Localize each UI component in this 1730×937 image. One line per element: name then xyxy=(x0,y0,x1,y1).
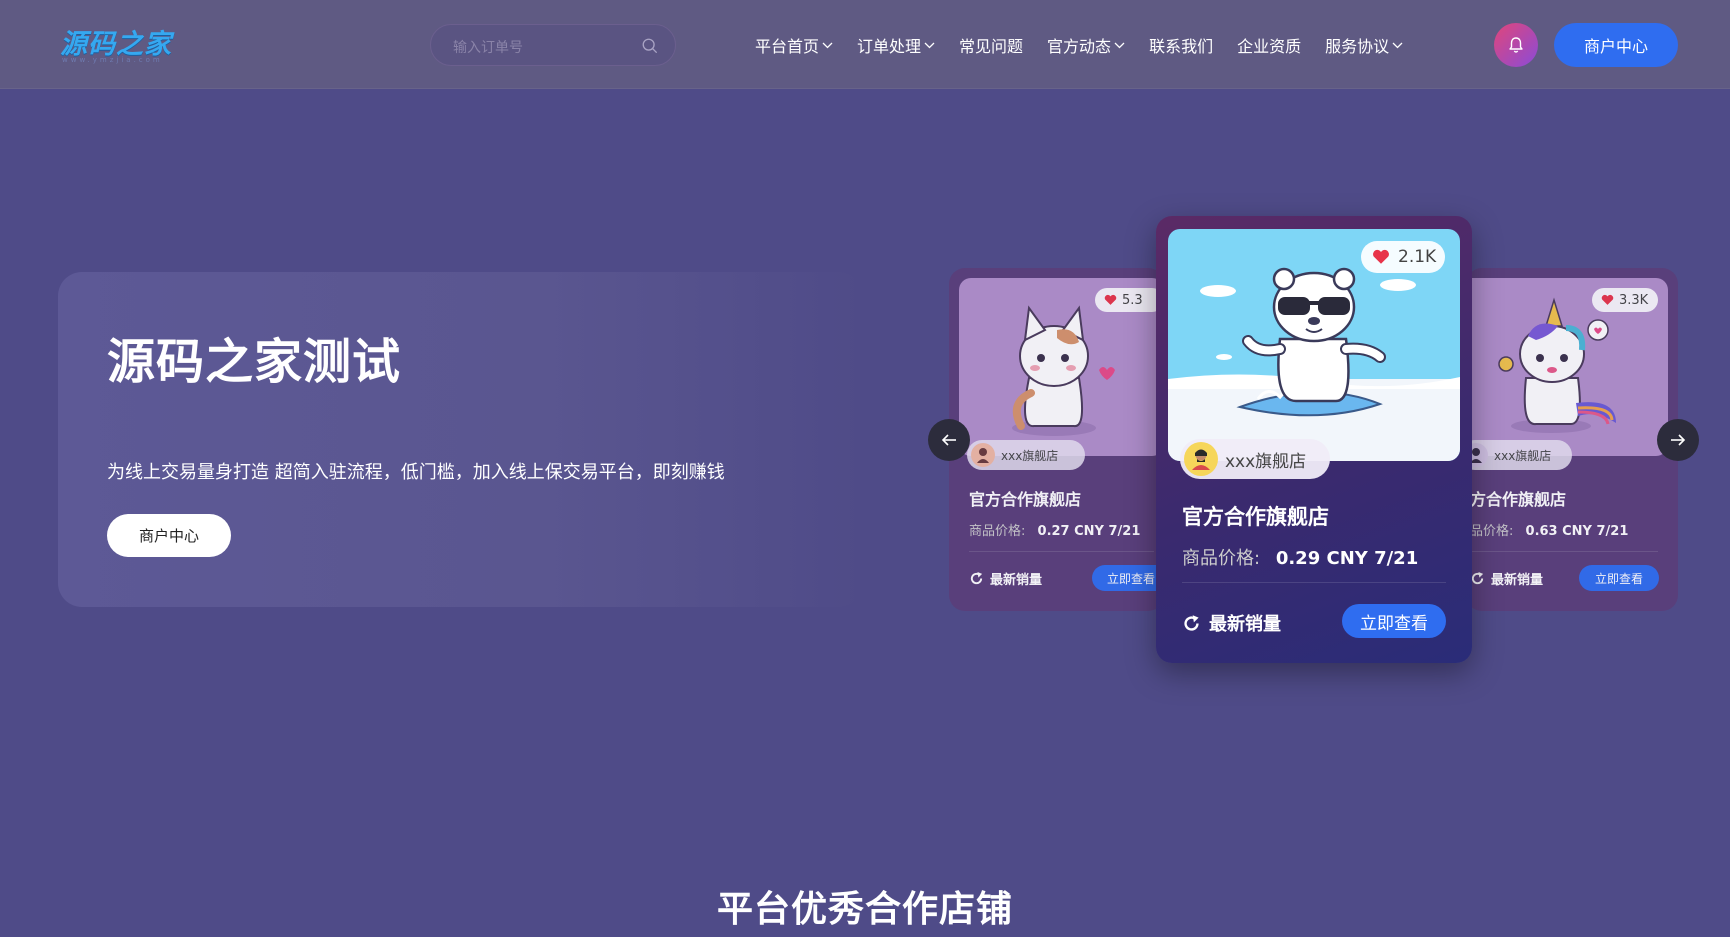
nav-item-contact[interactable]: 联系我们 xyxy=(1149,34,1213,56)
nav-item-agreement[interactable]: 服务协议 xyxy=(1325,34,1403,56)
nav-item-home[interactable]: 平台首页 xyxy=(755,34,833,56)
card-divider xyxy=(1466,551,1658,552)
heart-icon xyxy=(1601,294,1614,305)
view-now-button[interactable]: 立即查看 xyxy=(1579,565,1659,591)
refresh-icon xyxy=(970,571,983,585)
refresh-icon xyxy=(1184,614,1199,631)
notification-button[interactable] xyxy=(1494,23,1538,67)
section-title: 平台优秀合作店铺 xyxy=(716,889,1013,930)
nav-item-news[interactable]: 官方动态 xyxy=(1047,34,1125,56)
logo-subtitle: www.ymzjia.com xyxy=(62,56,163,64)
likes-badge[interactable]: 2.1K xyxy=(1361,241,1445,273)
nav-label: 平台首页 xyxy=(755,37,820,56)
shop-name: xxx旗舰店 xyxy=(1494,448,1552,463)
refresh-icon xyxy=(1471,571,1484,585)
person-icon xyxy=(1192,449,1210,470)
refresh-label: 最新销量 xyxy=(1491,573,1544,588)
shop-badge[interactable]: xxx旗舰店 xyxy=(1180,439,1330,479)
hero-merchant-center-button[interactable]: 商户中心 xyxy=(107,514,231,557)
heart-icon xyxy=(1373,249,1389,264)
nav-item-faq[interactable]: 常见问题 xyxy=(959,34,1023,56)
order-search-box[interactable]: 输入订单号 xyxy=(430,24,676,66)
price-label: 商品价格: xyxy=(1182,548,1261,569)
shop-avatar xyxy=(971,443,995,467)
hero-title: 源码之家测试 xyxy=(107,334,402,390)
nav-label: 官方动态 xyxy=(1047,37,1112,56)
view-now-button[interactable]: 立即查看 xyxy=(1092,565,1164,591)
shop-badge[interactable]: xxx旗舰店 xyxy=(967,440,1085,470)
card-price: 品价格: 0.63 CNY 7/21 xyxy=(1470,520,1628,539)
likes-badge[interactable]: 5.3 xyxy=(1095,288,1164,312)
nav-label: 订单处理 xyxy=(857,37,922,56)
nav-label: 服务协议 xyxy=(1325,37,1390,56)
main-nav: 平台首页 订单处理 常见问题 官方动态 联系我们 企业资质 服务协议 xyxy=(755,34,1427,56)
price-value: 0.27 CNY 7/21 xyxy=(1037,524,1141,539)
product-card-featured[interactable]: 2.1K xxx旗舰店 官方合作旗舰店 商品价格: 0.29 CNY 7/21 … xyxy=(1156,216,1472,663)
card-price: 商品价格: 0.29 CNY 7/21 xyxy=(1182,544,1418,570)
refresh-label: 最新销量 xyxy=(1209,614,1281,635)
nav-item-orders[interactable]: 订单处理 xyxy=(857,34,935,56)
carousel-next-button[interactable] xyxy=(1657,419,1699,461)
heart-icon xyxy=(1104,294,1117,305)
shop-badge[interactable]: xxx旗舰店 xyxy=(1466,440,1572,470)
carousel-prev-button[interactable] xyxy=(928,419,970,461)
person-icon xyxy=(977,448,989,463)
refresh-label: 最新销量 xyxy=(990,573,1043,588)
nav-label: 企业资质 xyxy=(1237,37,1302,56)
nav-label: 常见问题 xyxy=(959,37,1024,56)
hero-description: 为线上交易量身打造 超简入驻流程，低门槛，加入线上保交易平台，即刻赚钱 xyxy=(107,462,725,483)
shop-name: xxx旗舰店 xyxy=(1001,448,1059,463)
latest-sales-link[interactable]: 最新销量 xyxy=(1470,569,1543,588)
card-divider xyxy=(1182,582,1446,583)
chevron-down-icon xyxy=(822,42,833,48)
latest-sales-link[interactable]: 最新销量 xyxy=(1182,610,1281,636)
shop-name: xxx旗舰店 xyxy=(1225,451,1307,472)
likes-count: 2.1K xyxy=(1398,247,1437,267)
arrow-right-icon xyxy=(1671,434,1686,446)
top-navbar: 源码之家 www.ymzjia.com 输入订单号 平台首页 订单处理 常见问题… xyxy=(0,0,1730,89)
search-icon[interactable] xyxy=(641,37,659,55)
card-divider xyxy=(969,551,1154,552)
latest-sales-link[interactable]: 最新销量 xyxy=(969,569,1042,588)
view-now-button[interactable]: 立即查看 xyxy=(1342,604,1446,638)
bell-icon xyxy=(1509,37,1523,53)
chevron-down-icon xyxy=(1114,42,1125,48)
likes-badge[interactable]: 3.3K xyxy=(1592,288,1658,312)
nav-label: 联系我们 xyxy=(1149,37,1214,56)
card-title: 方合作旗舰店 xyxy=(1470,490,1567,509)
chevron-down-icon xyxy=(1392,42,1403,48)
arrow-left-icon xyxy=(941,434,956,446)
likes-count: 5.3 xyxy=(1122,292,1143,308)
card-title: 官方合作旗舰店 xyxy=(969,490,1082,509)
nav-item-qualification[interactable]: 企业资质 xyxy=(1237,34,1301,56)
chevron-down-icon xyxy=(924,42,935,48)
search-input[interactable]: 输入订单号 xyxy=(453,37,523,57)
card-title: 官方合作旗舰店 xyxy=(1182,505,1329,529)
price-label: 商品价格: xyxy=(969,524,1026,539)
card-price: 商品价格: 0.27 CNY 7/21 xyxy=(969,520,1140,539)
product-card-left[interactable]: 5.3 xxx旗舰店 官方合作旗舰店 商品价格: 0.27 CNY 7/21 最… xyxy=(949,268,1164,611)
price-value: 0.29 CNY 7/21 xyxy=(1275,548,1419,569)
price-label: 品价格: xyxy=(1470,524,1514,539)
price-value: 0.63 CNY 7/21 xyxy=(1525,524,1629,539)
product-card-right[interactable]: 3.3K xxx旗舰店 方合作旗舰店 品价格: 0.63 CNY 7/21 最新… xyxy=(1466,268,1678,611)
likes-count: 3.3K xyxy=(1619,292,1649,308)
shop-avatar xyxy=(1184,442,1218,476)
merchant-center-button[interactable]: 商户中心 xyxy=(1554,23,1678,67)
